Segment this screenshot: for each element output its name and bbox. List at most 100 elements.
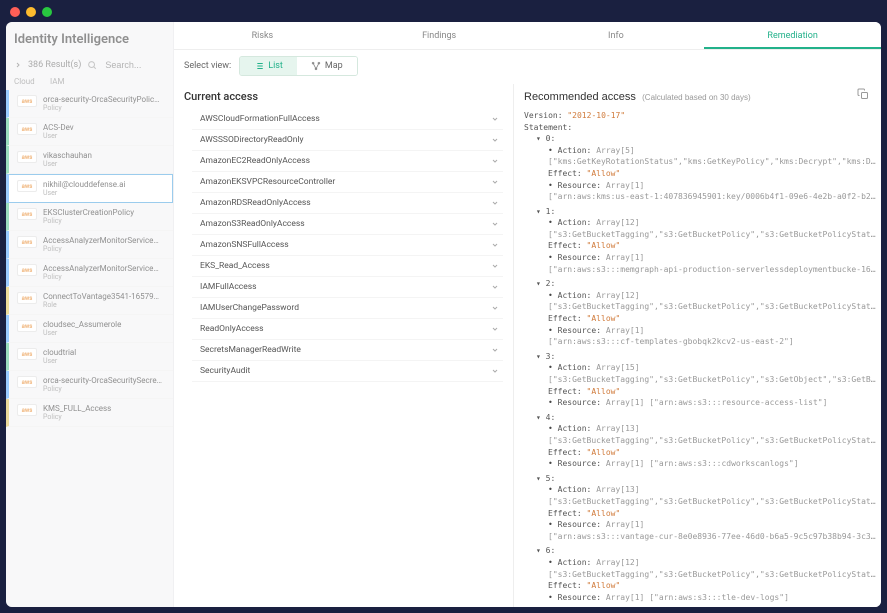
access-row[interactable]: SecurityAudit [192, 361, 503, 382]
list-item[interactable]: awscloudtrialUser [6, 343, 173, 371]
access-row[interactable]: AmazonSNSFullAccess [192, 235, 503, 256]
resource-label: Resource: [558, 253, 601, 262]
statement-index[interactable]: ▾ 7: [536, 606, 871, 607]
search-icon[interactable] [87, 60, 97, 70]
bullet: • [548, 558, 553, 567]
copy-icon[interactable] [857, 88, 869, 100]
effect-label: Effect: [548, 241, 582, 250]
statement-index[interactable]: ▾ 4: [536, 412, 871, 424]
statement-index[interactable]: ▾ 0: [536, 133, 871, 145]
item-name: EKSClusterCreationPolicy [43, 208, 163, 217]
list-item[interactable]: awsorca-security-OrcaSecuritySecretsMan.… [6, 371, 173, 399]
sidebar-list: aws orca-security-OrcaSecurityPolicy-1280… [6, 90, 173, 607]
item-type: Policy [43, 273, 165, 281]
statement-block: ▾ 6:• Action: Array[12] ["s3:GetBucketTa… [536, 545, 871, 603]
close-icon[interactable] [10, 7, 20, 17]
access-name: AmazonRDSReadOnlyAccess [200, 198, 311, 208]
statement-block: ▾ 2:• Action: Array[12] ["s3:GetBucketTa… [536, 278, 871, 348]
statement-index[interactable]: ▾ 1: [536, 206, 871, 218]
resource-value: ["arn:aws:s3:::tle-dev-logs"] [649, 592, 789, 604]
list-item[interactable]: awscloudsec_AssumeroleUser [6, 315, 173, 343]
search-input[interactable] [103, 59, 163, 71]
resource-value: ["arn:aws:s3:::vantage-cur-8e0e8936-77ee… [548, 531, 878, 543]
access-row[interactable]: IAMUserChangePassword [192, 298, 503, 319]
resource-label: Resource: [558, 326, 601, 335]
statement-label: Statement: [524, 122, 871, 134]
item-type: User [43, 160, 165, 168]
access-row[interactable]: SecretsManagerReadWrite [192, 340, 503, 361]
maximize-icon[interactable] [42, 7, 52, 17]
view-list-button[interactable]: List [240, 57, 297, 75]
aws-icon: aws [17, 95, 37, 107]
access-row[interactable]: ReadOnlyAccess [192, 319, 503, 340]
access-row[interactable]: AmazonEC2ReadOnlyAccess [192, 151, 503, 172]
action-value: ["s3:GetBucketTagging","s3:GetBucketPoli… [548, 435, 878, 447]
tab-info[interactable]: Info [528, 22, 705, 49]
list-item[interactable]: awsKMS_FULL_AccessPolicy [6, 399, 173, 427]
statements-container: ▾ 0:• Action: Array[5] ["kms:GetKeyRotat… [524, 133, 871, 607]
tab-risks[interactable]: Risks [174, 22, 351, 49]
item-name: cloudtrial [43, 348, 163, 357]
view-toggle: List Map [239, 56, 357, 76]
minimize-icon[interactable] [26, 7, 36, 17]
statement-index[interactable]: ▾ 3: [536, 351, 871, 363]
effect-value: "Allow" [587, 241, 621, 250]
chevron-down-icon [491, 220, 499, 228]
effect-value: "Allow" [587, 509, 621, 518]
list-item[interactable]: awsACS-DevUser [6, 118, 173, 146]
statement-index[interactable]: ▾ 6: [536, 545, 871, 557]
list-item[interactable]: awsConnectToVantage3541-1657976366-...Ro… [6, 287, 173, 315]
tab-findings[interactable]: Findings [351, 22, 528, 49]
aws-icon: aws [17, 292, 37, 304]
item-name: orca-security-OrcaSecuritySecretsMan... [43, 376, 163, 385]
chevron-down-icon [491, 346, 499, 354]
effect-label: Effect: [548, 509, 582, 518]
app-window: Identity Intelligence 386 Result(s) Clou… [0, 0, 887, 613]
access-row[interactable]: EKS_Read_Access [192, 256, 503, 277]
resource-value: ["arn:aws:s3:::cdworkscanlogs"] [649, 458, 798, 470]
statement-block: ▾ 5:• Action: Array[13] ["s3:GetBucketTa… [536, 473, 871, 543]
access-row[interactable]: IAMFullAccess [192, 277, 503, 298]
col-iam: IAM [50, 77, 64, 86]
effect-label: Effect: [548, 448, 582, 457]
view-map-button[interactable]: Map [297, 57, 357, 75]
recommended-title: Recommended access [524, 91, 636, 103]
list-item[interactable]: awsAccessAnalyzerMonitorServicePolicy_..… [6, 231, 173, 259]
item-type: Policy [43, 217, 165, 225]
effect-label: Effect: [548, 169, 582, 178]
bullet: • [548, 181, 553, 190]
access-row[interactable]: AWSCloudFormationFullAccess [192, 109, 503, 130]
item-type: Policy [43, 245, 165, 253]
tab-bar: RisksFindingsInfoRemediation [174, 22, 881, 50]
view-list-label: List [268, 61, 283, 71]
statement-index[interactable]: ▾ 2: [536, 278, 871, 290]
access-name: SecurityAudit [200, 366, 250, 376]
tab-remediation[interactable]: Remediation [704, 22, 881, 49]
item-name: cloudsec_Assumerole [43, 320, 163, 329]
item-type: User [43, 357, 165, 365]
access-row[interactable]: AmazonS3ReadOnlyAccess [192, 214, 503, 235]
access-row[interactable]: AmazonEKSVPCResourceController [192, 172, 503, 193]
item-name: vikaschauhan [43, 151, 163, 160]
access-row[interactable]: AWSSSODirectoryReadOnly [192, 130, 503, 151]
access-name: AmazonEC2ReadOnlyAccess [200, 156, 310, 166]
action-label: Action: [558, 558, 592, 567]
view-selector: Select view: List Map [174, 50, 881, 84]
action-label: Action: [558, 424, 592, 433]
access-row[interactable]: AmazonRDSReadOnlyAccess [192, 193, 503, 214]
item-name: orca-security-OrcaSecurityPolicy-1280... [43, 95, 163, 104]
statement-index[interactable]: ▾ 5: [536, 473, 871, 485]
current-access-column: Current access AWSCloudFormationFullAcce… [174, 84, 514, 607]
list-item[interactable]: awsnikhil@clouddefense.aiUser [6, 174, 173, 203]
list-item[interactable]: awsAccessAnalyzerMonitorServicePolicy_..… [6, 259, 173, 287]
chevron-right-icon[interactable] [14, 61, 22, 69]
list-item[interactable]: aws orca-security-OrcaSecurityPolicy-1280… [6, 90, 173, 118]
bullet: • [548, 363, 553, 372]
map-icon [311, 61, 321, 71]
aws-icon: aws [17, 320, 37, 332]
recommended-sub: (Calculated based on 30 days) [642, 93, 751, 102]
resource-value: ["arn:aws:s3:::cf-templates-gbobqk2kcv2-… [548, 336, 794, 348]
list-item[interactable]: awsvikaschauhanUser [6, 146, 173, 174]
list-item[interactable]: awsEKSClusterCreationPolicyPolicy [6, 203, 173, 231]
chevron-down-icon [491, 304, 499, 312]
